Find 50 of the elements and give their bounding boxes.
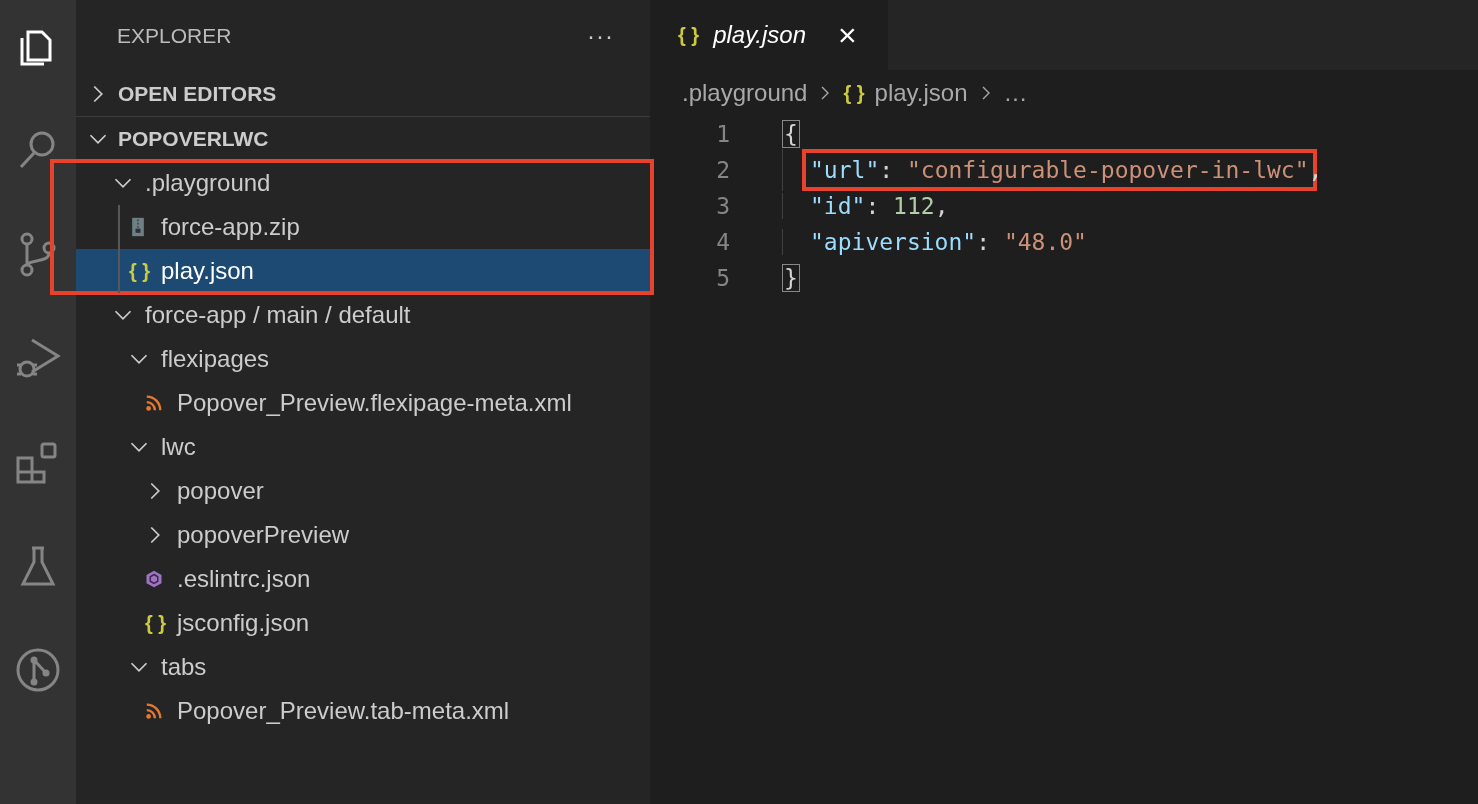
- line-number: 3: [715, 193, 730, 219]
- line-number: 2: [715, 157, 730, 183]
- folder-item[interactable]: .playground: [76, 161, 650, 205]
- tab-label[interactable]: play.json: [713, 21, 807, 49]
- code-token: ,: [934, 193, 949, 219]
- file-item[interactable]: Popover_Preview.tab-meta.xml: [76, 689, 650, 733]
- file-item[interactable]: force-app.zip: [76, 205, 650, 249]
- close-button[interactable]: ×: [838, 16, 857, 54]
- hexagon-icon: [145, 569, 163, 589]
- rss-icon: [145, 393, 163, 413]
- line-number: 1: [715, 121, 730, 147]
- folder-item[interactable]: lwc: [76, 425, 650, 469]
- file-item[interactable]: { } play.json: [76, 249, 650, 293]
- editor-tab[interactable]: { } play.json ×: [650, 0, 888, 70]
- braces-icon: { }: [145, 611, 167, 635]
- breadcrumb-item[interactable]: .playground: [682, 79, 808, 107]
- code-token: :: [976, 229, 992, 255]
- braces-icon: { }: [129, 259, 151, 283]
- code-token: "id": [810, 193, 866, 219]
- code-token: "configurable-popover-in-lwc": [906, 157, 1309, 183]
- code-token: :: [865, 193, 881, 219]
- folder-item[interactable]: popoverPreview: [76, 513, 650, 557]
- code-token: "apiversion": [810, 229, 977, 255]
- code-token: "url": [810, 157, 880, 183]
- breadcrumb-item[interactable]: play.json: [874, 79, 968, 107]
- line-number: 4: [715, 229, 730, 255]
- panel-title: EXPLORER: [117, 24, 232, 48]
- section-header[interactable]: POPOVERLWC: [118, 127, 269, 151]
- braces-icon: { }: [843, 81, 865, 105]
- code-token: "48.0": [1003, 229, 1087, 255]
- folder-item[interactable]: flexipages: [76, 337, 650, 381]
- code-token: ,: [1308, 157, 1323, 183]
- folder-item[interactable]: force-app / main / default: [76, 293, 650, 337]
- code-token: 112: [893, 193, 935, 219]
- rss-icon: [145, 701, 163, 721]
- bracket-match: {: [782, 120, 800, 148]
- section-header[interactable]: OPEN EDITORS: [118, 82, 277, 106]
- zip-file-icon: [129, 217, 147, 237]
- file-item[interactable]: .eslintrc.json: [76, 557, 650, 601]
- file-item[interactable]: Popover_Preview.flexipage-meta.xml: [76, 381, 650, 425]
- breadcrumb-item[interactable]: …: [1003, 79, 1028, 107]
- folder-item[interactable]: popover: [76, 469, 650, 513]
- more-actions-button[interactable]: ···: [587, 22, 614, 50]
- line-number: 5: [715, 265, 730, 291]
- code-token: :: [879, 157, 895, 183]
- folder-item[interactable]: tabs: [76, 645, 650, 689]
- braces-icon: { }: [678, 23, 700, 47]
- bracket-match: }: [782, 264, 800, 292]
- file-item[interactable]: { } jsconfig.json: [76, 601, 650, 645]
- git-graph-icon[interactable]: [14, 646, 62, 694]
